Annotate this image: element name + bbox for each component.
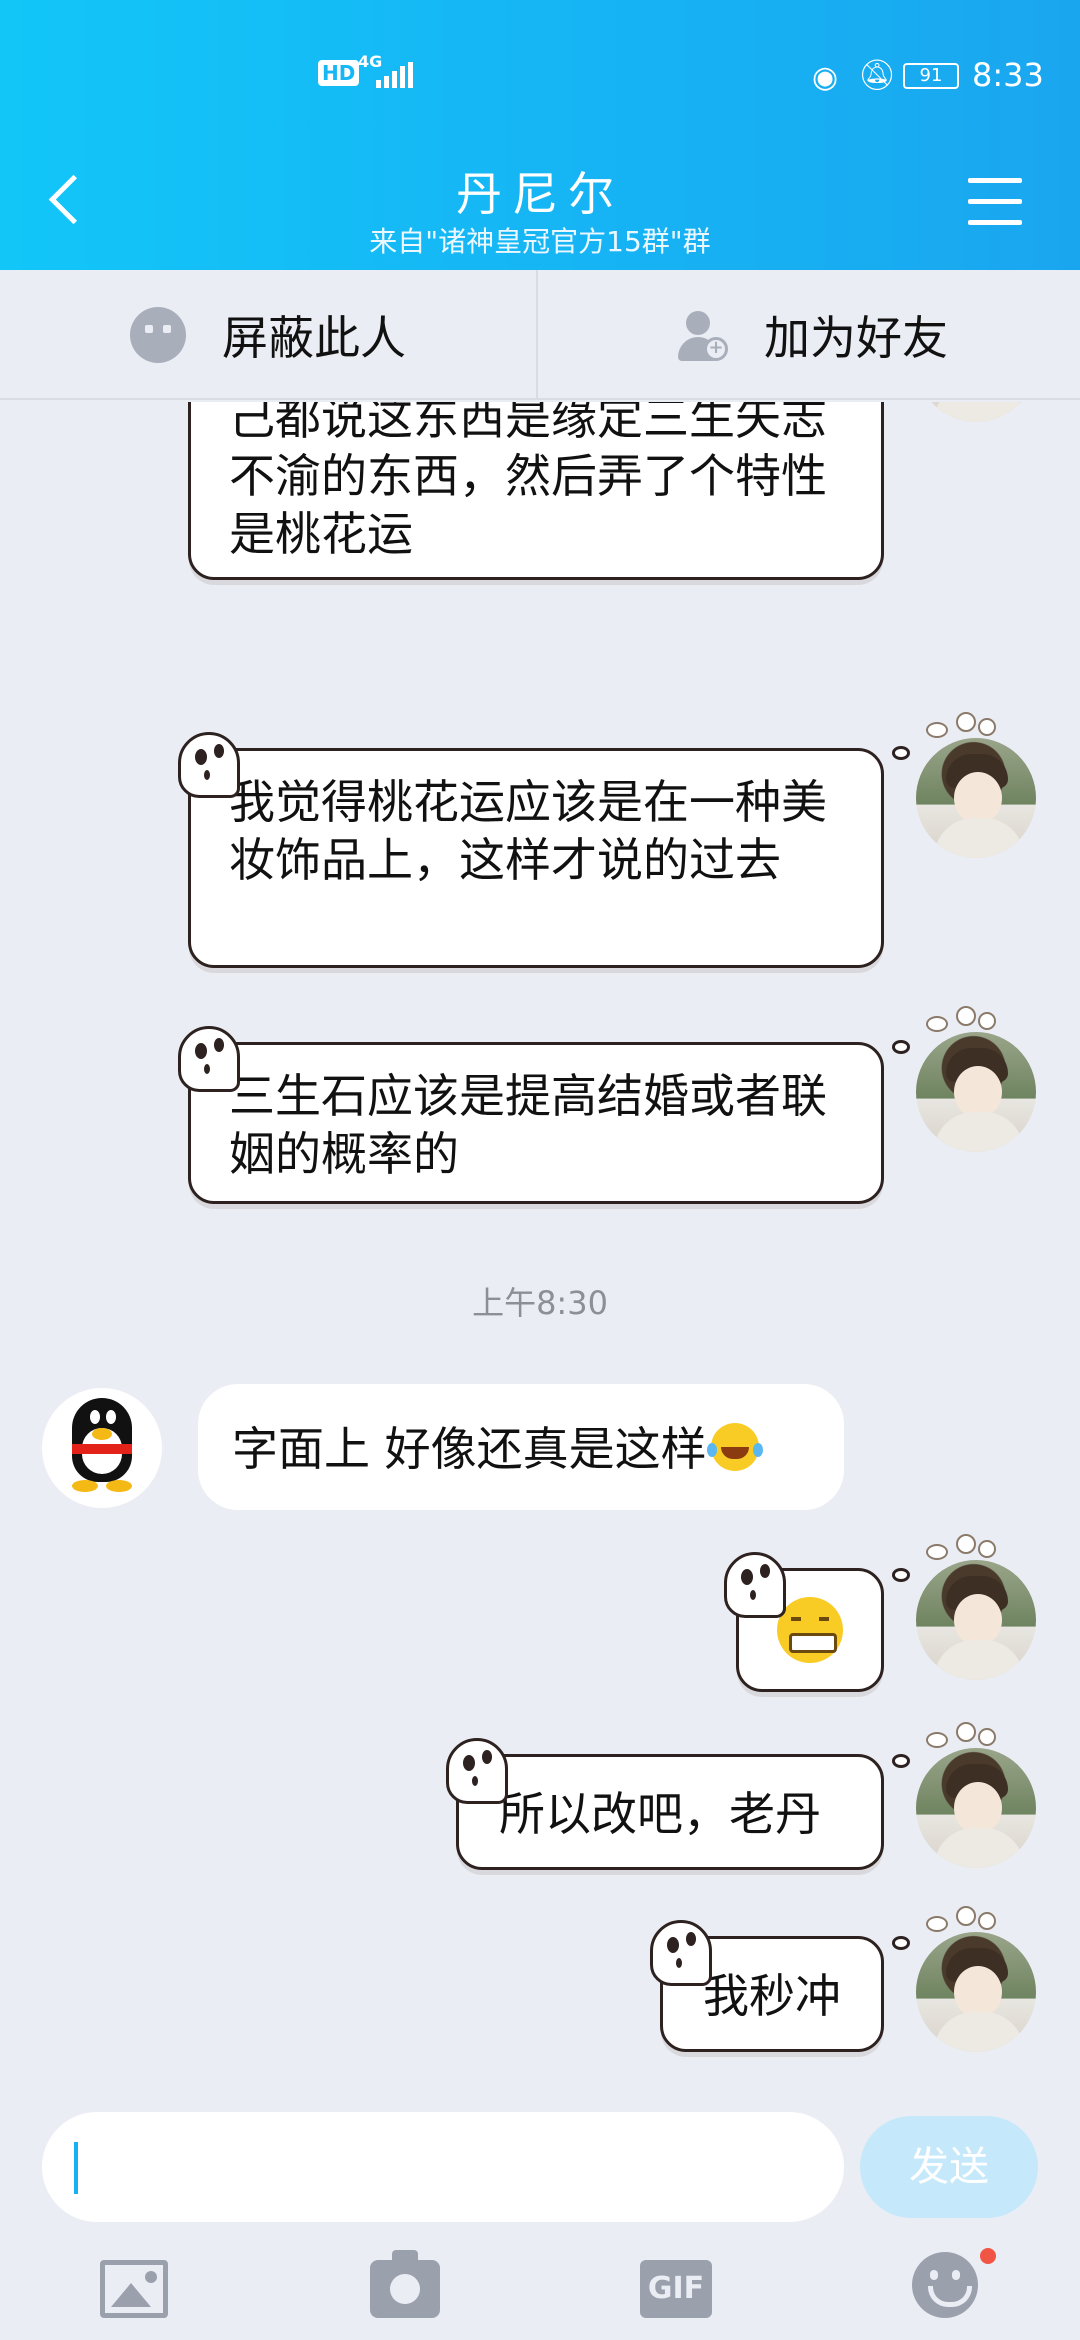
bubble-tail-decoration xyxy=(892,746,910,760)
message-bubble[interactable]: 三生石应该是提高结婚或者联姻的概率的 xyxy=(188,1042,884,1204)
laugh-cry-emoji-icon xyxy=(706,1423,759,1471)
add-friend-label: 加为好友 xyxy=(764,311,948,365)
my-avatar[interactable] xyxy=(916,738,1036,858)
incoming-message-bubble[interactable]: 字面上 好像还真是这样 xyxy=(198,1384,844,1510)
hd-badge: HD xyxy=(318,60,360,86)
my-avatar[interactable] xyxy=(916,1748,1036,1868)
hamburger-menu-icon[interactable] xyxy=(968,178,1022,226)
bubble-tail-decoration xyxy=(892,1936,910,1950)
chat-title: 丹尼尔 xyxy=(456,167,624,221)
bubble-ghost-decoration xyxy=(724,1552,786,1618)
status-bar: HD 4G ◉ 🔕︎ 91 8:33 xyxy=(0,52,1080,102)
notification-dot xyxy=(980,2248,996,2264)
stranger-action-bar: 屏蔽此人 + 加为好友 xyxy=(0,270,1080,400)
message-text: 我觉得桃花运应该是在一种美妆饰品上，这样才说的过去 xyxy=(229,775,827,887)
my-avatar[interactable] xyxy=(916,1032,1036,1152)
block-user-label: 屏蔽此人 xyxy=(222,311,406,365)
bubble-ghost-decoration xyxy=(446,1738,508,1804)
bubble-tail-decoration xyxy=(892,1040,910,1054)
message-text: 所以改吧，老丹 xyxy=(499,1787,821,1841)
block-user-button[interactable]: 屏蔽此人 xyxy=(0,270,538,400)
message-list[interactable]: 老刀，关于饰品三生石的特性，是不是不太合理，你们自己都说这东西是缘定三生矢志不渝… xyxy=(0,402,1080,2102)
message-input[interactable] xyxy=(42,2112,844,2222)
message-text: 字面上 好像还真是这样 xyxy=(232,1422,707,1476)
bubble-ghost-decoration xyxy=(650,1920,712,1986)
signal-icon xyxy=(372,62,413,88)
my-avatar[interactable] xyxy=(916,1560,1036,1680)
message-bubble[interactable]: 老刀，关于饰品三生石的特性，是不是不太合理，你们自己都说这东西是缘定三生矢志不渝… xyxy=(188,402,884,580)
message-bubble[interactable]: 所以改吧，老丹 xyxy=(456,1754,884,1870)
gif-icon[interactable]: GIF xyxy=(640,2260,712,2318)
image-icon[interactable] xyxy=(100,2260,168,2318)
message-bubble[interactable]: 我觉得桃花运应该是在一种美妆饰品上，这样才说的过去 xyxy=(188,748,884,968)
message-text: 老刀，关于饰品三生石的特性，是不是不太合理，你们自己都说这东西是缘定三生矢志不渝… xyxy=(229,402,827,561)
bubble-ghost-decoration xyxy=(178,1026,240,1092)
grin-emoji-icon xyxy=(777,1597,843,1663)
composer: 发送 GIF xyxy=(0,2102,1080,2340)
add-friend-icon: + xyxy=(672,307,728,363)
bubble-tail-decoration xyxy=(892,1754,910,1768)
composer-toolbar: GIF xyxy=(0,2248,1080,2338)
my-avatar[interactable] xyxy=(916,402,1036,422)
my-avatar[interactable] xyxy=(916,1932,1036,2052)
battery-indicator: 91 xyxy=(903,63,959,89)
bubble-ghost-decoration xyxy=(178,732,240,798)
eye-icon: ◉ xyxy=(812,60,839,95)
text-caret xyxy=(74,2142,78,2194)
add-friend-button[interactable]: + 加为好友 xyxy=(540,270,1080,400)
camera-icon[interactable] xyxy=(370,2250,440,2318)
message-text: 三生石应该是提高结婚或者联姻的概率的 xyxy=(229,1069,827,1181)
send-button[interactable]: 发送 xyxy=(860,2116,1038,2218)
clock: 8:33 xyxy=(972,56,1044,94)
emoji-icon[interactable] xyxy=(912,2252,978,2318)
message-timestamp: 上午8:30 xyxy=(472,1284,608,1322)
app-header: HD 4G ◉ 🔕︎ 91 8:33 丹尼尔 来自"诸神皇冠官方15群"群 xyxy=(0,0,1080,270)
penguin-avatar[interactable] xyxy=(42,1388,162,1508)
bubble-tail-decoration xyxy=(892,1568,910,1582)
block-face-icon xyxy=(130,307,186,363)
chat-subtitle: 来自"诸神皇冠官方15群"群 xyxy=(369,225,711,258)
message-text: 我秒冲 xyxy=(703,1969,841,2023)
mute-bell-icon: 🔕︎ xyxy=(858,58,897,93)
